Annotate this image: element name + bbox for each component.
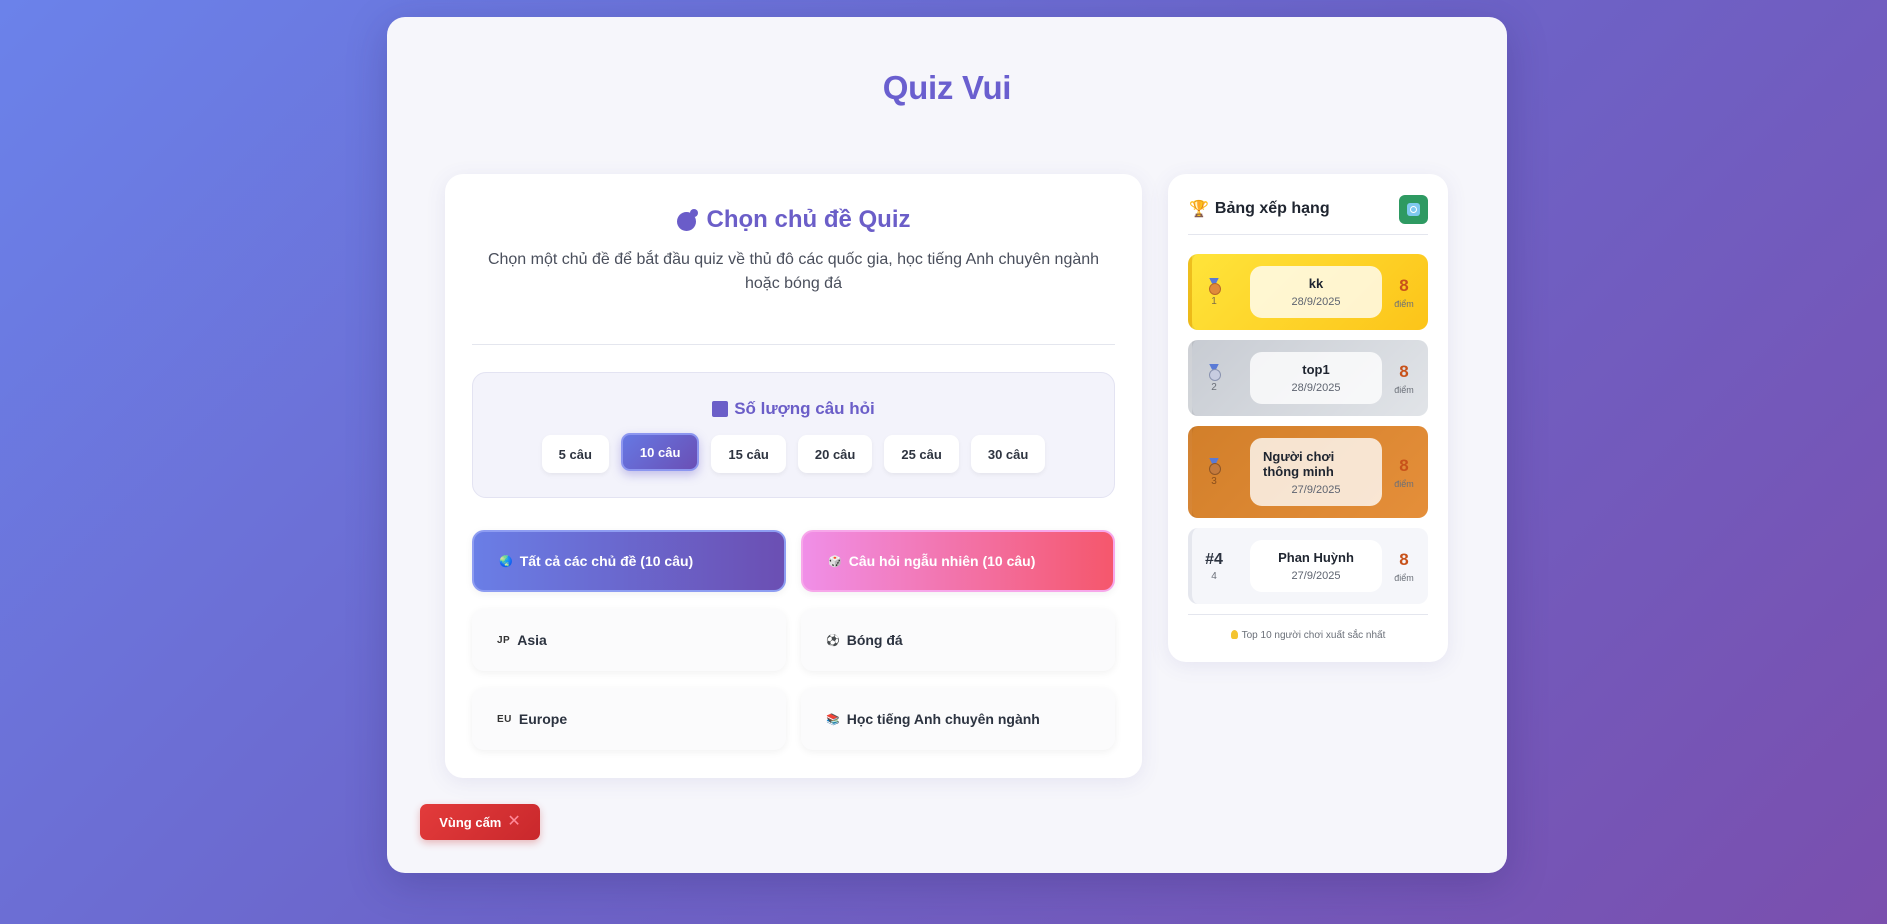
rank: 2	[1200, 340, 1228, 416]
leaderboard-row: #4 4 Phan Huỳnh 27/9/2025 8 điểm	[1188, 528, 1428, 604]
trophy-icon: 🏆	[1189, 201, 1209, 218]
topic-europe-button[interactable]: EU Europe	[472, 688, 786, 750]
bomb-icon	[676, 209, 699, 231]
rank: #4 4	[1200, 528, 1228, 604]
leaderboard-row: 1 kk 28/9/2025 8 điểm	[1188, 254, 1428, 330]
leaderboard-title-text: Bảng xếp hạng	[1214, 200, 1330, 217]
dice-icon: 🎲	[828, 555, 842, 568]
leaderboard-title: 🏆 Bảng xếp hạng	[1189, 199, 1330, 219]
topic-heading-text: Chọn chủ đề Quiz	[706, 206, 911, 233]
player-date: 27/9/2025	[1291, 483, 1341, 496]
player-info: Phan Huỳnh 27/9/2025	[1250, 540, 1382, 592]
leaderboard-row: 3 Người chơi thông minh 27/9/2025 8 điểm	[1188, 426, 1428, 518]
silver-medal-icon	[1207, 364, 1221, 381]
topic-selection-card: Chọn chủ đề Quiz Chọn một chủ đề để bắt …	[445, 174, 1142, 778]
player-info: kk 28/9/2025	[1250, 266, 1382, 318]
divider	[472, 344, 1115, 345]
question-count-title-text: Số lượng câu hỏi	[734, 399, 875, 418]
divider	[1188, 614, 1428, 615]
count-option-20[interactable]: 20 câu	[797, 435, 873, 473]
soccer-ball-icon: ⚽	[826, 634, 840, 647]
topic-all-button[interactable]: 🌏 Tất cả các chủ đề (10 câu)	[472, 530, 786, 592]
rank: 3	[1200, 426, 1228, 518]
player-name: top1	[1302, 362, 1330, 377]
score-value: 8	[1399, 549, 1409, 569]
player-name: Phan Huỳnh	[1278, 550, 1354, 565]
player-date: 27/9/2025	[1291, 570, 1341, 582]
bronze-medal-icon	[1207, 458, 1221, 475]
books-icon: 📚	[826, 713, 840, 726]
topic-label: Asia	[517, 632, 547, 648]
lightbulb-icon	[1230, 630, 1238, 639]
count-option-5[interactable]: 5 câu	[541, 435, 609, 473]
score-unit: điểm	[1394, 572, 1414, 583]
close-icon: ✕	[507, 813, 521, 830]
ban-zone-label: Vùng cấm	[439, 814, 502, 830]
player-date: 28/9/2025	[1291, 296, 1341, 308]
score: 8 điểm	[1388, 426, 1420, 518]
refresh-button[interactable]	[1399, 194, 1428, 224]
score-unit: điểm	[1394, 478, 1414, 489]
app-container: Quiz Vui Chọn chủ đề Quiz Chọn một chủ đ…	[387, 17, 1507, 873]
topic-label: Tất cả các chủ đề (10 câu)	[519, 553, 694, 569]
topic-grid: 🌏 Tất cả các chủ đề (10 câu) 🎲 Câu hỏi n…	[472, 530, 1115, 750]
topic-football-button[interactable]: ⚽ Bóng đá	[801, 609, 1115, 671]
count-option-30[interactable]: 30 câu	[970, 435, 1046, 473]
gold-medal-icon	[1207, 278, 1221, 295]
leaderboard-list: 1 kk 28/9/2025 8 điểm 2 top1 28/9/2025 8…	[1188, 254, 1428, 614]
topic-label: Bóng đá	[846, 632, 903, 648]
question-count-title: Số lượng câu hỏi	[473, 399, 1114, 419]
score-unit: điểm	[1394, 384, 1414, 395]
leaderboard-footer-text: Top 10 người chơi xuất sắc nhất	[1241, 630, 1386, 641]
rank-number: 2	[1211, 381, 1217, 393]
player-info: Người chơi thông minh 27/9/2025	[1250, 438, 1382, 506]
player-name: Người chơi thông minh	[1263, 448, 1335, 479]
topic-heading: Chọn chủ đề Quiz	[445, 206, 1142, 234]
globe-icon: 🌏	[499, 555, 513, 568]
flag-jp-icon: JP	[497, 634, 511, 646]
square-icon	[712, 401, 729, 417]
rank-number: 1	[1211, 295, 1217, 307]
count-option-15[interactable]: 15 câu	[711, 435, 786, 473]
leaderboard-footer: Top 10 người chơi xuất sắc nhất	[1168, 630, 1448, 641]
player-date: 28/9/2025	[1291, 382, 1341, 394]
topic-label: Câu hỏi ngẫu nhiên (10 câu)	[848, 553, 1036, 569]
score-value: 8	[1399, 361, 1409, 381]
topic-label: Europe	[518, 711, 568, 727]
score-unit: điểm	[1394, 298, 1414, 309]
player-name: kk	[1308, 276, 1324, 291]
score-value: 8	[1399, 275, 1409, 295]
topic-asia-button[interactable]: JP Asia	[472, 609, 786, 671]
refresh-icon	[1407, 202, 1420, 216]
topic-english-button[interactable]: 📚 Học tiếng Anh chuyên ngành	[801, 688, 1115, 750]
leaderboard-panel: 🏆 Bảng xếp hạng 1 kk 28/9/2025 8 điểm 2 …	[1168, 174, 1448, 662]
player-info: top1 28/9/2025	[1250, 352, 1382, 404]
flag-eu-icon: EU	[497, 713, 512, 725]
topic-label: Học tiếng Anh chuyên ngành	[846, 711, 1040, 727]
leaderboard-header: 🏆 Bảng xếp hạng	[1189, 194, 1428, 224]
question-count-options: 5 câu 10 câu 15 câu 20 câu 25 câu 30 câu	[473, 433, 1114, 473]
rank-label: #4	[1205, 550, 1223, 568]
score: 8 điểm	[1388, 254, 1420, 330]
ban-zone-button[interactable]: Vùng cấm ✕	[420, 804, 540, 840]
leaderboard-row: 2 top1 28/9/2025 8 điểm	[1188, 340, 1428, 416]
count-option-10[interactable]: 10 câu	[620, 433, 700, 471]
score: 8 điểm	[1388, 528, 1420, 604]
topic-subtitle: Chọn một chủ đề để bắt đầu quiz về thủ đ…	[487, 251, 1100, 292]
rank: 1	[1200, 254, 1228, 330]
count-option-25[interactable]: 25 câu	[884, 435, 959, 473]
app-title: Quiz Vui	[882, 69, 1012, 106]
score: 8 điểm	[1388, 340, 1420, 416]
topic-random-button[interactable]: 🎲 Câu hỏi ngẫu nhiên (10 câu)	[801, 530, 1115, 592]
rank-number: 3	[1211, 475, 1217, 487]
score-value: 8	[1399, 455, 1409, 475]
divider	[1188, 234, 1428, 235]
question-count-panel: Số lượng câu hỏi 5 câu 10 câu 15 câu 20 …	[472, 372, 1115, 498]
rank-number: 4	[1211, 570, 1217, 582]
